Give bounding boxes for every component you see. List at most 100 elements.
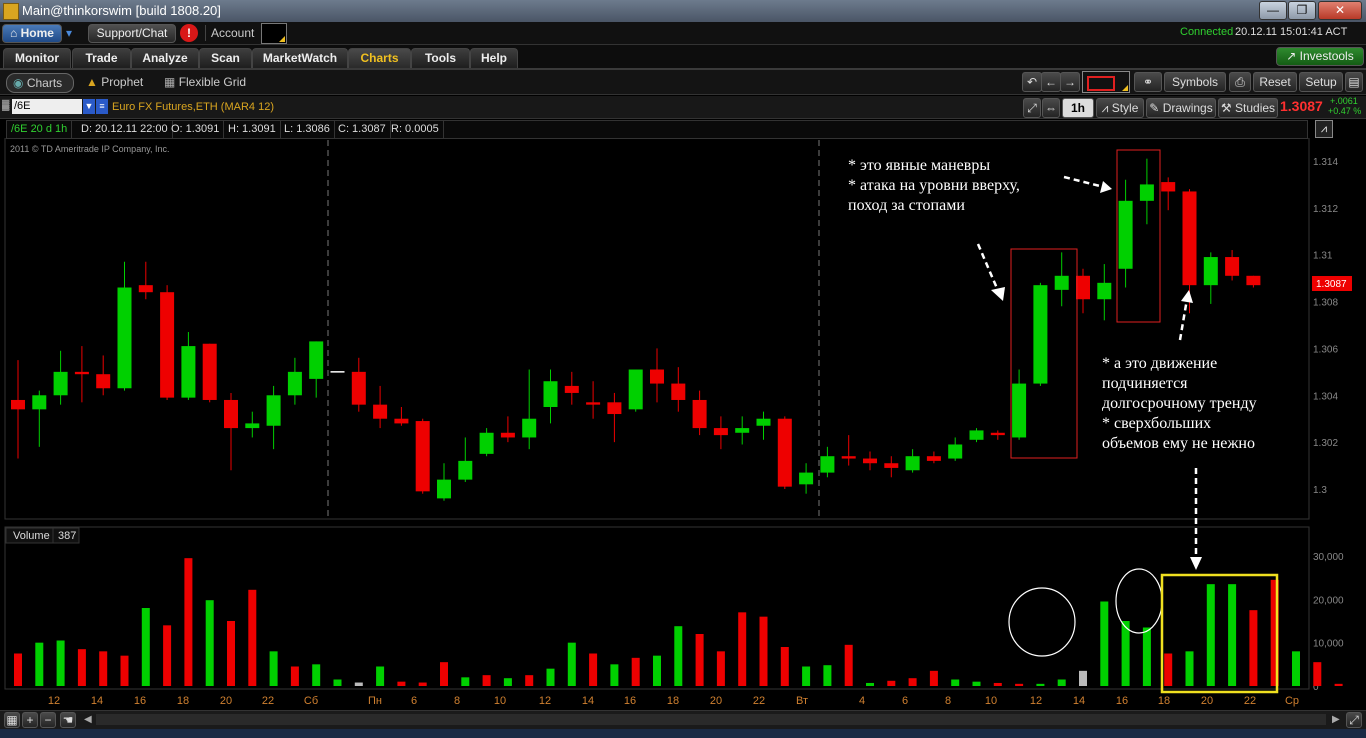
pencil-icon: ✎ bbox=[1149, 101, 1160, 115]
dropdown-arrow-icon[interactable]: ▾ bbox=[66, 26, 72, 40]
support-chat-button[interactable]: Support/Chat bbox=[88, 24, 176, 43]
price-tick-label: 1.3 bbox=[1313, 485, 1327, 496]
candle bbox=[884, 456, 899, 478]
zoom-out-icon[interactable]: − bbox=[40, 712, 56, 728]
tab-scan[interactable]: Scan bbox=[199, 48, 252, 68]
symbols-button[interactable]: Symbols bbox=[1164, 72, 1226, 92]
candle bbox=[458, 437, 473, 482]
candle-body bbox=[948, 444, 963, 459]
candle-body bbox=[1161, 182, 1176, 192]
tab-analyze[interactable]: Analyze bbox=[131, 48, 199, 68]
candle bbox=[1033, 282, 1048, 386]
candle-body bbox=[458, 460, 473, 480]
candle bbox=[224, 392, 238, 471]
close-button[interactable]: ✕ bbox=[1318, 1, 1362, 20]
tab-tools[interactable]: Tools bbox=[411, 48, 470, 68]
tab-marketwatch[interactable]: MarketWatch bbox=[252, 48, 348, 68]
volume-bar bbox=[120, 655, 129, 686]
grid-toggle-icon[interactable]: ▦ bbox=[4, 712, 20, 728]
aggregation-label: /6E 20 d 1h bbox=[7, 121, 73, 138]
home-icon: ⌂ bbox=[10, 26, 21, 40]
subtab-charts[interactable]: ◉ Charts bbox=[6, 73, 74, 93]
candle-body bbox=[926, 456, 941, 461]
tab-trade[interactable]: Trade bbox=[72, 48, 131, 68]
setup-button[interactable]: Setup bbox=[1299, 72, 1343, 92]
pan-icon[interactable]: ⇔ bbox=[1042, 98, 1060, 118]
time-axis: 12 14 16 18 20 22 Сб Пн 6 8 10 12 14 16 18 20 22 Вт 4 6 8 10 1… bbox=[48, 695, 1299, 707]
period-select[interactable]: 1h bbox=[1062, 98, 1094, 118]
candle bbox=[309, 341, 324, 398]
symbol-lookup-icon[interactable]: ≡ bbox=[96, 99, 108, 114]
price-tick-label: 1.308 bbox=[1313, 298, 1338, 309]
bar-open: O: 1.3091 bbox=[167, 121, 225, 138]
tab-help[interactable]: Help bbox=[470, 48, 518, 68]
tab-charts[interactable]: Charts bbox=[348, 48, 411, 68]
candle-body bbox=[884, 463, 899, 468]
candle-body bbox=[351, 371, 366, 405]
volume-bar bbox=[844, 644, 853, 686]
candle bbox=[1118, 179, 1133, 288]
symbol-dropdown-icon[interactable]: ▼ bbox=[83, 99, 95, 114]
account-select[interactable] bbox=[261, 23, 287, 44]
candle-body bbox=[224, 399, 238, 429]
hand-icon[interactable]: ☚ bbox=[60, 712, 76, 728]
studies-button[interactable]: ⚒ Studies bbox=[1218, 98, 1278, 118]
candle-body bbox=[841, 456, 856, 459]
maximize-button[interactable]: ❐ bbox=[1288, 1, 1316, 20]
grid-icon: ▦ bbox=[164, 75, 176, 89]
expand-icon[interactable]: ⤢ bbox=[1346, 712, 1362, 728]
volume-bar bbox=[141, 608, 150, 686]
account-label: Account bbox=[211, 26, 255, 40]
volume-bar bbox=[929, 670, 938, 686]
time-tick-label: 22 bbox=[1244, 695, 1256, 707]
time-tick-label: Сб bbox=[304, 695, 318, 707]
symbol-input[interactable]: /6E bbox=[12, 99, 82, 114]
print-icon[interactable]: ⎙ bbox=[1229, 72, 1251, 92]
volume-tick-label: 20,000 bbox=[1313, 595, 1344, 606]
candle-body bbox=[138, 285, 153, 293]
home-button[interactable]: ⌂ Home bbox=[2, 24, 62, 43]
scroll-left-icon[interactable]: ◀ bbox=[84, 714, 92, 725]
menu-icon[interactable]: ▤ bbox=[1345, 72, 1363, 92]
candle bbox=[351, 357, 366, 412]
scroll-track[interactable] bbox=[96, 714, 1326, 725]
candle-body bbox=[799, 472, 814, 485]
candle-body bbox=[1033, 285, 1048, 384]
subtab-prophet[interactable]: ▲ Prophet bbox=[86, 73, 156, 91]
investools-button[interactable]: ↗ Investools bbox=[1276, 47, 1364, 66]
style-button[interactable]: ⩘ Style bbox=[1096, 98, 1144, 118]
chart-settings-icon[interactable]: ⩘ bbox=[1315, 120, 1333, 138]
volume-bar bbox=[567, 642, 576, 686]
drawings-button[interactable]: ✎ Drawings bbox=[1146, 98, 1216, 118]
volume-bar bbox=[56, 640, 65, 686]
candle-body bbox=[1054, 275, 1069, 290]
back-button[interactable]: ← bbox=[1041, 72, 1061, 92]
undo-button[interactable]: ↶ bbox=[1022, 72, 1042, 92]
app-icon bbox=[3, 3, 19, 20]
layout-button[interactable] bbox=[1082, 71, 1130, 93]
candle bbox=[948, 437, 963, 461]
alert-icon[interactable]: ! bbox=[180, 24, 198, 42]
link-icon[interactable]: ⚭ bbox=[1134, 72, 1162, 92]
volume-bar bbox=[653, 655, 661, 686]
candle bbox=[287, 357, 302, 405]
subtab-flexible-grid[interactable]: ▦ Flexible Grid bbox=[164, 73, 254, 91]
minimize-button[interactable]: — bbox=[1259, 1, 1287, 20]
candle bbox=[1139, 158, 1154, 225]
volume-bar bbox=[1185, 651, 1194, 686]
candle-body bbox=[373, 404, 388, 419]
style-icon: ⩘ bbox=[1101, 101, 1109, 115]
zoom-in-icon[interactable]: + bbox=[22, 712, 38, 728]
volume-bar bbox=[1036, 683, 1045, 686]
candle-body bbox=[756, 418, 771, 426]
forward-button[interactable]: → bbox=[1060, 72, 1080, 92]
tab-monitor[interactable]: Monitor bbox=[3, 48, 71, 68]
bar-high: H: 1.3091 bbox=[224, 121, 281, 138]
scroll-right-icon[interactable]: ▶ bbox=[1332, 714, 1340, 725]
bar-date: D: 20.12.11 22:00 bbox=[77, 121, 173, 138]
candle bbox=[607, 392, 622, 443]
reset-button[interactable]: Reset bbox=[1253, 72, 1297, 92]
candle-body bbox=[628, 369, 643, 410]
candle bbox=[394, 407, 409, 426]
zoom-icon[interactable]: ⤢ bbox=[1023, 98, 1041, 118]
